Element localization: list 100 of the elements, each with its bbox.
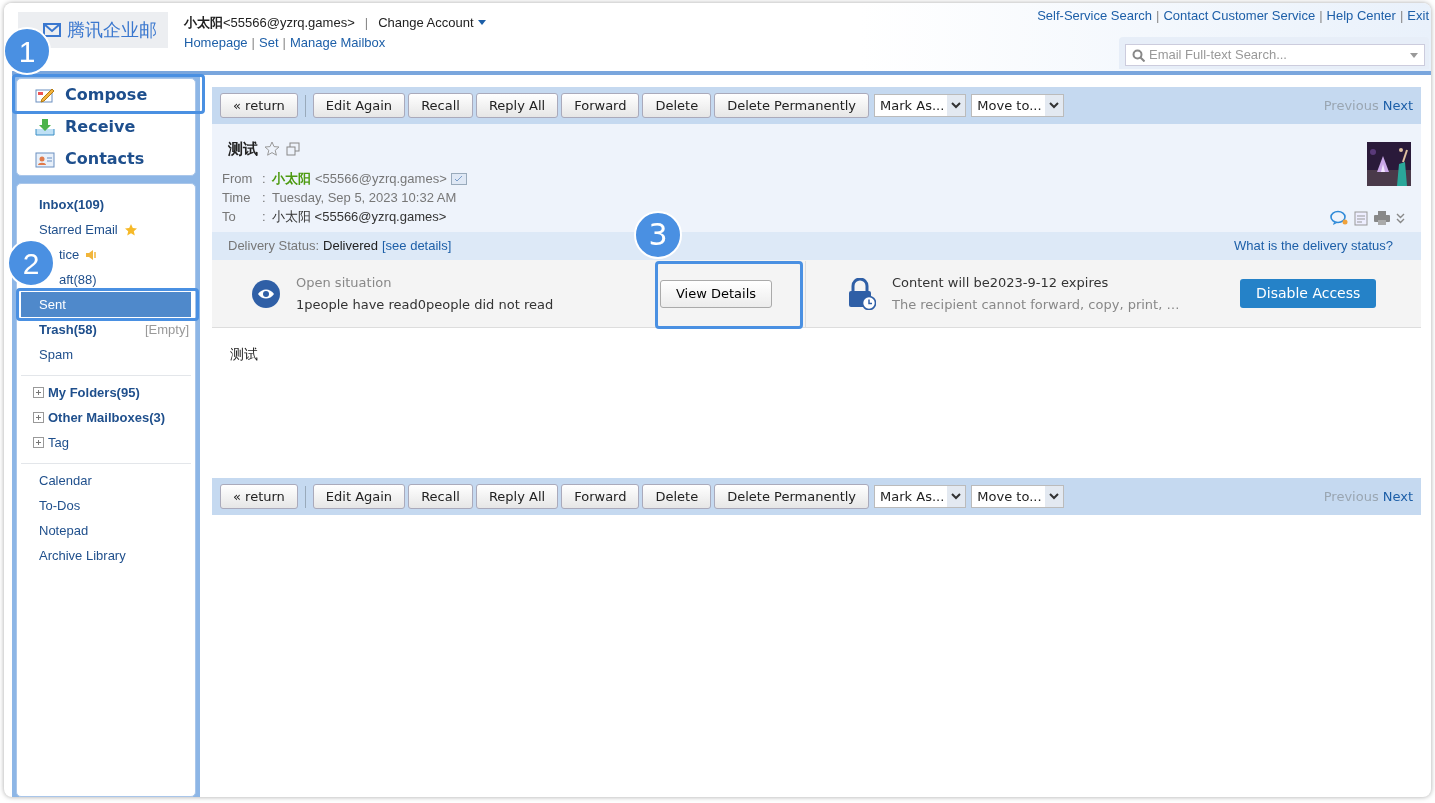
toolbar-button[interactable]: Delete	[642, 484, 712, 509]
toolbar-button[interactable]: Forward	[561, 93, 640, 118]
separator: |	[364, 14, 369, 32]
header-link[interactable]: Set	[259, 35, 279, 50]
dropdown-select[interactable]: Move to...	[971, 485, 1064, 508]
info-title: Open situation	[296, 273, 393, 292]
toolbar-button[interactable]: Edit Again	[312, 484, 406, 509]
toolbar-button[interactable]: Forward	[561, 484, 640, 509]
folder-item[interactable]: To-Dos	[21, 493, 191, 518]
folder-item[interactable]: Trash(58)	[21, 317, 145, 342]
search-box[interactable]: Email Full-text Search...	[1125, 44, 1425, 66]
expand-icon	[33, 387, 44, 398]
toolbar-button[interactable]: Delete	[642, 93, 712, 118]
compose-icon	[35, 86, 55, 104]
see-details-link[interactable]: [see details]	[381, 236, 452, 256]
header-link[interactable]: Manage Mailbox	[289, 35, 386, 50]
envelope-icon	[42, 21, 62, 39]
chevron-down-icon	[951, 493, 962, 500]
top-link[interactable]: Self-Service Search	[1037, 8, 1153, 23]
folder-item[interactable]: Spam	[21, 342, 191, 367]
expand-icon	[33, 412, 44, 423]
user-name: 小太阳	[184, 14, 223, 32]
folder-item[interactable]: Starred Email	[21, 217, 191, 242]
separator: |	[1156, 8, 1160, 23]
dropdown-select[interactable]: Mark As...	[874, 94, 967, 117]
delivery-value: Delivered	[323, 237, 378, 256]
note-icon[interactable]	[1354, 210, 1368, 226]
pager-link[interactable]: Next	[1382, 488, 1413, 504]
info-text: The recipient cannot forward, copy, print, …	[892, 295, 1180, 314]
folder-item[interactable]: Notepad	[21, 518, 191, 543]
folder-item[interactable]: Inbox(109)	[21, 192, 191, 217]
folder-item[interactable]: tice	[57, 242, 191, 267]
info-text: 1people have read0people did not read	[296, 295, 554, 314]
field-label: Time	[222, 188, 252, 207]
folder-item[interactable]: My Folders(95)	[21, 380, 191, 405]
folder-item[interactable]: aft(88)	[57, 267, 191, 292]
toolbar-button[interactable]: Recall	[408, 93, 473, 118]
toolbar-button[interactable]: Recall	[408, 484, 473, 509]
toolbar-button[interactable]: « return	[220, 484, 298, 509]
folder-item[interactable]: Other Mailboxes(3)	[21, 405, 191, 430]
folder-item[interactable]: Calendar	[21, 468, 191, 493]
separator: |	[1399, 8, 1404, 23]
toolbar-button[interactable]: « return	[220, 93, 298, 118]
chevron-down-icon	[1048, 102, 1059, 109]
toolbar-button[interactable]: Delete Permanently	[714, 93, 870, 118]
expand-icon	[33, 437, 44, 448]
star-icon	[123, 222, 138, 237]
email-body: 测试	[229, 345, 259, 364]
separator: |	[282, 35, 286, 50]
delivery-help-link[interactable]: What is the delivery status?	[1234, 236, 1393, 256]
chevron-down-icon	[1048, 493, 1059, 500]
field-label: To	[222, 207, 237, 226]
field-separator: :	[262, 169, 267, 188]
field-separator: :	[262, 207, 267, 226]
dropdown-select[interactable]: Move to...	[971, 94, 1064, 117]
top-link[interactable]: Contact Customer Service	[1163, 8, 1316, 23]
view-details-button[interactable]: View Details	[660, 279, 773, 308]
delivery-label: Delivery Status:	[228, 237, 320, 256]
star-outline-icon[interactable]	[264, 141, 280, 158]
field-separator: :	[262, 188, 267, 207]
separator: |	[251, 35, 255, 50]
chevron-down-icon	[951, 102, 962, 109]
sender-name: 小太阳	[272, 169, 311, 188]
folder-item[interactable]: Archive Library	[21, 543, 191, 568]
field-value: <55566@yzrq.games>	[315, 169, 447, 188]
top-link[interactable]: Exit	[1407, 8, 1429, 23]
toolbar-button[interactable]: Reply All	[475, 484, 559, 509]
separator: |	[1319, 8, 1323, 23]
top-link[interactable]: Help Center	[1326, 8, 1396, 23]
field-value: Tuesday, Sep 5, 2023 10:32 AM	[272, 188, 457, 207]
folder-item[interactable]: Sent	[21, 292, 191, 317]
quick-action[interactable]: Contacts	[17, 143, 195, 175]
info-title: Content will be2023-9-12 expires	[892, 273, 1110, 292]
speaker-icon	[85, 248, 98, 261]
chat-bubble-icon[interactable]	[1330, 210, 1348, 226]
email-subject: 测试	[228, 139, 258, 159]
header-link[interactable]: Homepage	[184, 35, 248, 50]
contact-check-icon[interactable]	[450, 172, 467, 185]
print-icon[interactable]	[1374, 211, 1390, 225]
toolbar-button[interactable]: Reply All	[475, 93, 559, 118]
lock-clock-icon	[846, 277, 876, 310]
folder-item[interactable]: Tag	[21, 430, 191, 455]
popout-icon[interactable]	[286, 142, 300, 157]
quick-action[interactable]: Compose	[17, 79, 195, 111]
dropdown-caret-icon	[1410, 52, 1418, 58]
toolbar-button[interactable]: Edit Again	[312, 93, 406, 118]
search-icon	[1132, 48, 1145, 62]
quick-action[interactable]: Receive	[17, 111, 195, 143]
toolbar-button[interactable]: Delete Permanently	[714, 484, 870, 509]
dropdown-select[interactable]: Mark As...	[874, 485, 967, 508]
caret-icon	[477, 20, 486, 26]
pager-link[interactable]: Next	[1382, 97, 1413, 113]
field-label: From	[222, 169, 254, 188]
disable-access-button[interactable]: Disable Access	[1240, 279, 1377, 308]
download-tray-icon	[35, 118, 55, 136]
pager-link: Previous	[1323, 97, 1379, 113]
logo-text: 腾讯企业邮	[67, 18, 157, 42]
double-chevron-icon[interactable]	[1396, 212, 1405, 224]
pager-link: Previous	[1323, 488, 1379, 504]
change-account-link[interactable]: Change Account	[378, 13, 486, 33]
